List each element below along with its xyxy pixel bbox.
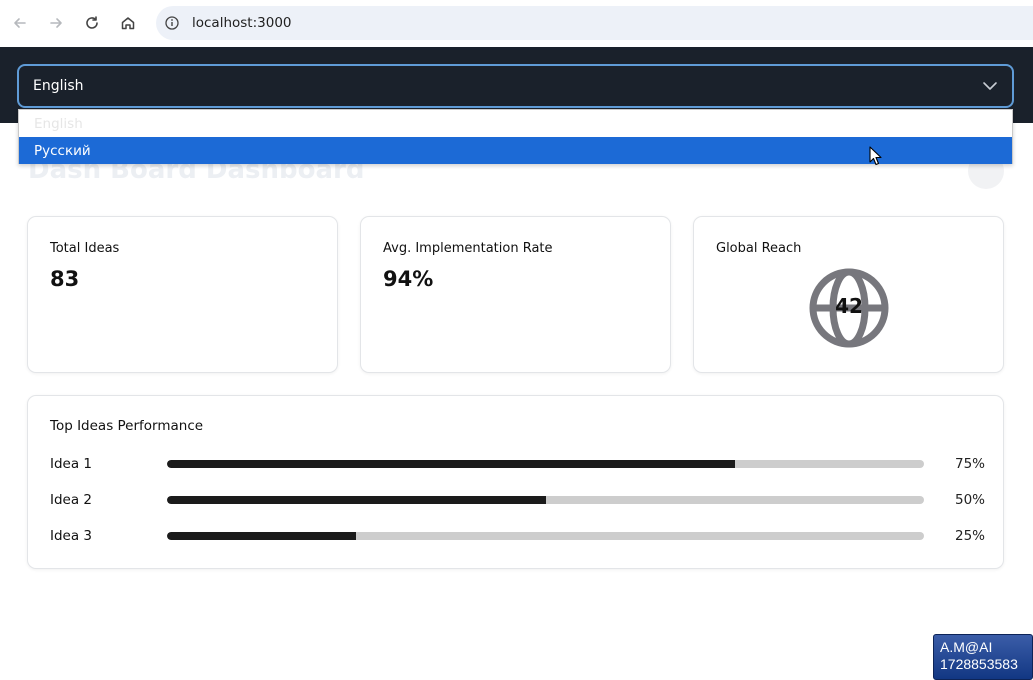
url-text: localhost:3000	[192, 15, 292, 31]
progress-track	[167, 532, 924, 540]
arrow-left-icon	[14, 18, 26, 28]
home-button[interactable]	[113, 8, 143, 38]
progress-fill	[167, 460, 735, 468]
performance-title: Top Ideas Performance	[50, 418, 204, 434]
card-label: Global Reach	[716, 241, 802, 256]
mouse-cursor-icon	[869, 146, 882, 166]
idea-percent: 75%	[954, 456, 985, 472]
card-value: 94%	[383, 267, 434, 291]
idea-row: Idea 3 25%	[50, 526, 985, 546]
home-icon	[121, 17, 135, 30]
language-select[interactable]: English	[17, 64, 1014, 108]
info-icon[interactable]	[165, 16, 179, 30]
idea-percent: 50%	[954, 492, 985, 508]
language-dropdown-list: English Русский	[18, 109, 1013, 164]
progress-track	[167, 460, 924, 468]
language-select-value: English	[33, 78, 84, 94]
idea-name: Idea 3	[50, 528, 93, 544]
idea-name: Idea 2	[50, 492, 93, 508]
progress-fill	[167, 496, 546, 504]
reload-button[interactable]	[77, 8, 107, 38]
total-ideas-card: Total Ideas 83	[27, 216, 338, 373]
browser-toolbar: localhost:3000	[0, 0, 1033, 47]
global-reach-value: 42	[835, 294, 863, 318]
language-option-russian[interactable]: Русский	[19, 137, 1012, 164]
progress-fill	[167, 532, 357, 540]
card-label: Total Ideas	[50, 241, 120, 256]
progress-track	[167, 496, 924, 504]
address-bar[interactable]: localhost:3000	[156, 6, 1033, 40]
arrow-right-icon	[50, 18, 62, 28]
reload-icon	[86, 16, 98, 29]
idea-row: Idea 2 50%	[50, 490, 985, 510]
idea-percent: 25%	[954, 528, 985, 544]
main-content: Dash Board Dashboard Total Ideas 83 Avg.…	[0, 123, 1033, 680]
top-ideas-performance-card: Top Ideas Performance Idea 1 75% Idea 2 …	[27, 395, 1004, 569]
back-button[interactable]	[5, 8, 35, 38]
idea-row: Idea 1 75%	[50, 454, 985, 474]
language-option-english[interactable]: English	[19, 110, 1012, 137]
watermark-line1: A.M@AI	[940, 639, 993, 655]
watermark-line2: 1728853583	[940, 656, 1018, 672]
watermark-badge: A.M@AI 1728853583	[933, 634, 1033, 680]
implementation-rate-card: Avg. Implementation Rate 94%	[360, 216, 671, 373]
forward-button[interactable]	[41, 8, 71, 38]
global-reach-card: Global Reach 42	[693, 216, 1004, 373]
chevron-down-icon	[983, 82, 997, 90]
idea-name: Idea 1	[50, 456, 93, 472]
card-value: 83	[50, 267, 80, 291]
globe-icon: 42	[808, 267, 890, 349]
card-label: Avg. Implementation Rate	[383, 241, 553, 256]
